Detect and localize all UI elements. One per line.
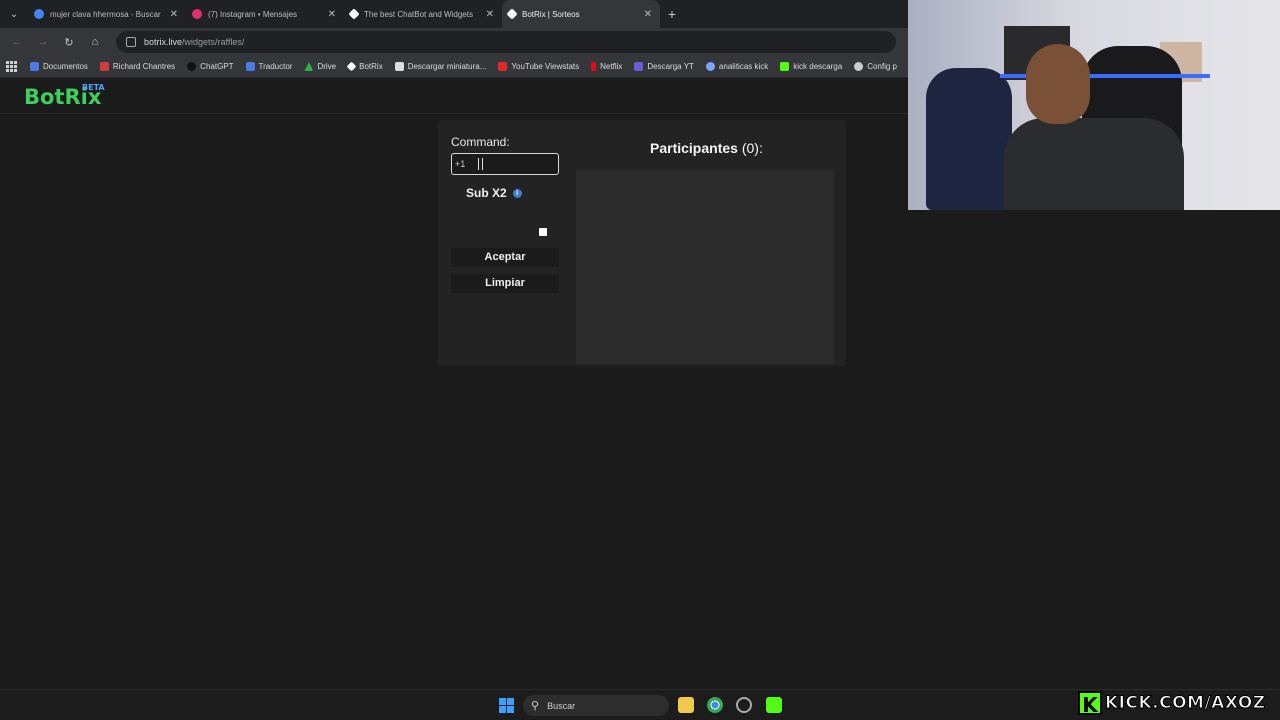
bookmark-traductor[interactable]: Traductor [245, 62, 293, 71]
kick-handle: KICK.COM/AXOZ [1105, 693, 1266, 714]
bookmark-label: Richard Chantres [112, 62, 176, 71]
docs-icon [30, 62, 39, 71]
apps-grid-icon[interactable] [6, 60, 18, 73]
chatgpt-icon [187, 62, 197, 71]
forward-arrow-icon[interactable]: → [32, 31, 54, 53]
instagram-icon [192, 9, 202, 19]
kick-icon [780, 62, 790, 71]
kick-watermark: K KICK.COM/AXOZ [1078, 690, 1274, 717]
botrix-logo[interactable]: BotRix BETA [24, 83, 105, 109]
analytics-icon [705, 62, 715, 71]
app-icon[interactable] [736, 697, 752, 713]
tab-0[interactable]: mujer clava hhermosa - Buscar ✕ [28, 0, 186, 28]
bookmark-label: Traductor [258, 62, 293, 71]
image-icon [394, 62, 404, 71]
tab-title: BotRix | Sorteos [522, 9, 580, 19]
bookmark-label: YouTube Viewstats [511, 62, 580, 71]
bookmark-documentos[interactable]: Documentos [30, 62, 88, 71]
bookmark-descargar-miniatura[interactable]: Descargar miniatura... [394, 62, 487, 71]
translate-icon [245, 62, 255, 71]
participants-list[interactable] [576, 170, 834, 364]
participants-label: Participantes [650, 140, 738, 156]
bookmark-label: Drive [317, 62, 337, 71]
participants-title: Participantes (0): [650, 140, 763, 156]
drive-icon [304, 62, 314, 71]
bookmark-favicon-icon [99, 62, 109, 71]
tab-title: mujer clava hhermosa - Buscar [50, 9, 161, 19]
bookmark-label: Documentos [43, 62, 88, 71]
tab-1[interactable]: (7) Instagram • Mensajes ✕ [186, 0, 344, 28]
bookmark-config[interactable]: Config p [854, 62, 897, 71]
sub-x2-row: Sub X2 i [466, 186, 522, 200]
new-tab-plus-icon[interactable]: + [660, 6, 684, 22]
close-tab-icon[interactable]: ✕ [170, 9, 178, 20]
sub-x2-label: Sub X2 [466, 186, 507, 200]
bookmark-label: analiticas kick [718, 62, 769, 71]
url-domain: botrix.live [144, 37, 183, 47]
bookmark-label: kick descarga [793, 62, 843, 71]
search-icon: ⚲ [531, 700, 540, 712]
beta-badge: BETA [82, 83, 105, 92]
accept-button[interactable]: Aceptar [451, 248, 559, 267]
windows-start-icon[interactable] [499, 698, 514, 713]
reload-icon[interactable]: ↻ [58, 31, 80, 53]
tab-search-chevron-icon[interactable]: ⌄ [0, 0, 28, 28]
tab-2[interactable]: The best ChatBot and Widgets ✕ [344, 0, 502, 28]
google-icon [34, 9, 44, 19]
bookmark-label: ChatGPT [200, 62, 234, 71]
bookmark-label: Descargar miniatura... [407, 62, 487, 71]
bookmark-chatgpt[interactable]: ChatGPT [187, 62, 234, 71]
command-label: Command: [451, 135, 510, 149]
tab-3-active[interactable]: BotRix | Sorteos ✕ [502, 0, 660, 28]
kick-logo-icon: K [1078, 691, 1102, 717]
bookmark-analiticas-kick[interactable]: analiticas kick [705, 62, 769, 71]
url-path: /widgets/raffles/ [182, 37, 245, 47]
close-tab-icon[interactable]: ✕ [328, 9, 336, 20]
bookmark-botrix[interactable]: BotRix [346, 61, 383, 72]
bookmark-descarga-yt[interactable]: Descarga YT [634, 62, 694, 71]
tab-title: (7) Instagram • Mensajes [208, 9, 298, 19]
site-info-icon[interactable] [126, 37, 136, 47]
close-tab-icon[interactable]: ✕ [486, 9, 494, 20]
bookmark-richard-chantres[interactable]: Richard Chantres [99, 62, 176, 71]
text-cursor-icon [478, 158, 483, 170]
bookmark-label: Descarga YT [647, 62, 694, 71]
chrome-icon[interactable] [707, 697, 723, 713]
bookmark-youtube-viewstats[interactable]: YouTube Viewstats [498, 62, 579, 71]
webcam-overlay [908, 0, 1280, 210]
gaming-chair [926, 68, 1012, 210]
address-bar[interactable]: botrix.live/widgets/raffles/ [116, 31, 896, 53]
bookmark-kick-descarga[interactable]: kick descarga [780, 62, 842, 71]
streamer-body [1004, 118, 1184, 210]
participants-count: (0): [741, 140, 763, 156]
home-icon[interactable]: ⌂ [84, 31, 106, 53]
botrix-icon [346, 61, 357, 72]
search-placeholder: Buscar [547, 700, 576, 711]
netflix-icon [591, 62, 597, 71]
command-input[interactable] [451, 153, 559, 175]
raffle-panel: Command: Sub X2 i Aceptar Limpiar Partic… [438, 120, 846, 366]
info-icon[interactable]: i [512, 188, 522, 198]
back-arrow-icon[interactable]: ← [6, 31, 28, 53]
bookmark-netflix[interactable]: Netflix [591, 62, 622, 71]
url-text: botrix.live/widgets/raffles/ [144, 37, 244, 47]
sub-x2-checkbox[interactable] [539, 228, 547, 236]
taskbar-search[interactable]: ⚲ Buscar [523, 695, 669, 716]
botrix-tab-icon [506, 8, 518, 20]
botrix-tab-icon [348, 8, 360, 20]
bookmark-label: Config p [867, 62, 897, 71]
file-explorer-icon[interactable] [678, 697, 694, 713]
download-icon [634, 62, 644, 71]
clear-button[interactable]: Limpiar [451, 274, 559, 293]
tab-title: The best ChatBot and Widgets [364, 9, 473, 19]
bookmark-drive[interactable]: Drive [304, 62, 336, 71]
bookmark-label: Netflix [600, 62, 623, 71]
viewstats-icon [498, 62, 508, 71]
kick-app-icon[interactable] [766, 697, 782, 713]
gear-icon [854, 62, 864, 71]
bookmark-label: BotRix [359, 62, 383, 71]
close-tab-icon[interactable]: ✕ [644, 9, 652, 20]
streamer-head [1026, 44, 1090, 124]
